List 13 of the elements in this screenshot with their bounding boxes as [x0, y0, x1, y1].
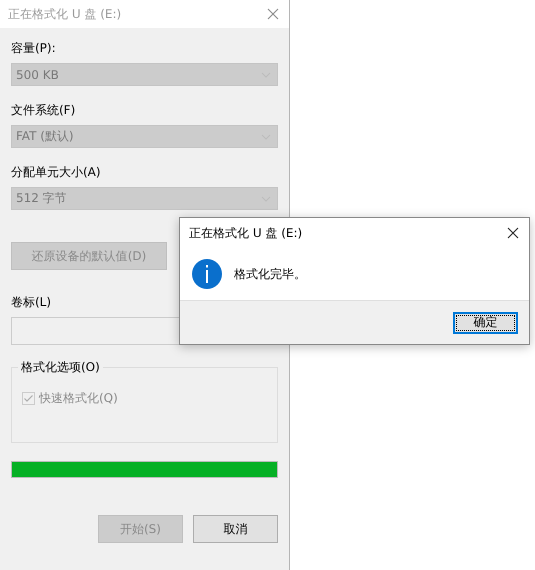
field-label: 文件系统(F)	[11, 102, 76, 119]
field-label: 分配单元大小(A)	[11, 164, 102, 181]
field-label: 容量(P):	[11, 40, 57, 57]
checkbox-label: 快速格式化(Q)	[39, 390, 118, 407]
group-legend: 格式化选项(O)	[18, 359, 103, 376]
field-label: 卷标(L)	[11, 294, 52, 311]
window-title: 正在格式化 U 盘 (E:)	[189, 224, 302, 242]
close-icon[interactable]	[507, 227, 519, 239]
info-icon	[192, 259, 222, 289]
window-title: 正在格式化 U 盘 (E:)	[8, 6, 122, 22]
message-text: 格式化完毕。	[234, 266, 306, 282]
ok-button[interactable]: 确定	[453, 312, 518, 334]
dialog-button[interactable]: 取消	[193, 515, 278, 543]
